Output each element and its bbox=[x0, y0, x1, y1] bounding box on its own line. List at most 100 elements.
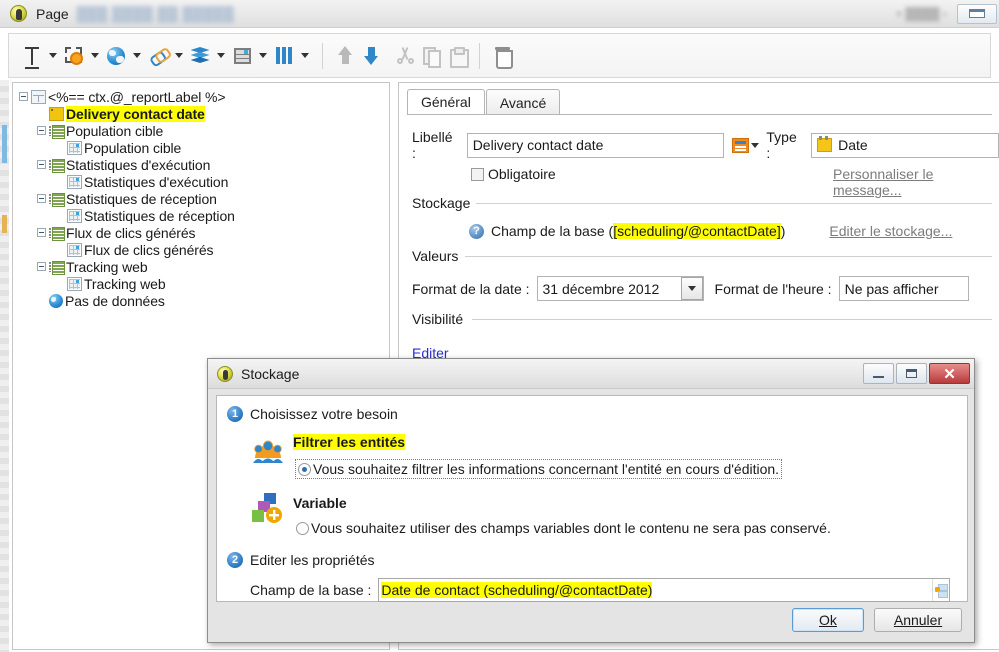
insert-container-caret[interactable] bbox=[213, 42, 229, 70]
list-icon bbox=[49, 191, 65, 207]
insert-text-field-button[interactable] bbox=[19, 42, 45, 70]
option-filter-entities-radio-row[interactable]: Vous souhaitez filtrer les informations … bbox=[295, 459, 783, 479]
database-field-row: Champ de la base : Date de contact (sche… bbox=[250, 578, 951, 602]
mandatory-checkbox[interactable] bbox=[471, 167, 484, 181]
values-group-line bbox=[465, 256, 992, 257]
paste-button[interactable] bbox=[444, 42, 470, 70]
insert-web-element-button[interactable] bbox=[103, 42, 129, 70]
tree-node-label: Tracking web bbox=[84, 275, 166, 292]
tree-node[interactable]: Statistiques de réception bbox=[19, 207, 389, 224]
grid-icon bbox=[67, 242, 82, 257]
time-format-select[interactable]: Ne pas afficher bbox=[838, 276, 969, 301]
tree-expander-icon[interactable] bbox=[37, 126, 46, 135]
storage-field-prefix: Champ de la base ( bbox=[491, 223, 614, 239]
tree-node-label: Population cible bbox=[66, 122, 164, 139]
app-window: Page ███ ████ ██ █████ ▾ ████ ▪ <%== ctx… bbox=[0, 0, 999, 652]
tree-node-label: Flux de clics générés bbox=[84, 241, 214, 258]
move-up-button[interactable] bbox=[332, 42, 358, 70]
insert-link-caret[interactable] bbox=[171, 42, 187, 70]
option-variable-radio-row[interactable]: Vous souhaitez utiliser des champs varia… bbox=[296, 520, 831, 536]
database-field-input[interactable]: Date de contact (scheduling/@contactDate… bbox=[378, 578, 951, 602]
tree-node[interactable]: Statistiques de réception bbox=[19, 190, 389, 207]
help-icon[interactable]: ? bbox=[469, 223, 484, 239]
grid-icon bbox=[67, 276, 82, 291]
delete-button[interactable] bbox=[489, 42, 515, 70]
label-personalization-icon[interactable] bbox=[731, 137, 749, 153]
step1-badge: 1 bbox=[227, 406, 243, 422]
cancel-button[interactable]: Annuler bbox=[874, 608, 962, 632]
option-filter-entities-text: Vous souhaitez filtrer les informations … bbox=[313, 461, 780, 477]
customize-message-link[interactable]: Personnaliser le message... bbox=[833, 166, 999, 198]
field-icon bbox=[49, 106, 64, 121]
window-subtitle-blurred: ███ ████ ██ █████ bbox=[76, 5, 235, 22]
tab-general-label: Général bbox=[421, 94, 471, 110]
tree-node-label: Statistiques de réception bbox=[66, 190, 217, 207]
tree-node[interactable]: Tracking web bbox=[19, 258, 389, 275]
titlebar-blurred-controls: ▾ ████ ▪ bbox=[896, 6, 947, 21]
type-input[interactable]: Date bbox=[811, 132, 999, 158]
copy-button[interactable] bbox=[418, 42, 444, 70]
tree-node[interactable]: Flux de clics générés bbox=[19, 241, 389, 258]
insert-table-button[interactable] bbox=[229, 42, 255, 70]
form-field-icon bbox=[65, 46, 83, 65]
step2-title: Editer les propriétés bbox=[250, 552, 375, 568]
step2-header: 2 Editer les propriétés bbox=[227, 552, 375, 568]
tree-expander-icon[interactable] bbox=[37, 194, 46, 203]
tab-advanced[interactable]: Avancé bbox=[485, 89, 561, 115]
label-personalization-caret[interactable] bbox=[749, 131, 763, 159]
insert-text-field-caret[interactable] bbox=[45, 42, 61, 70]
restore-window-button[interactable] bbox=[957, 3, 997, 24]
tree-node[interactable]: Population cible bbox=[19, 122, 389, 139]
left-strip-marker-blue bbox=[2, 125, 7, 163]
database-field-picker-button[interactable] bbox=[932, 579, 950, 601]
type-caption: Type : bbox=[766, 129, 797, 161]
table-icon bbox=[233, 47, 251, 64]
dialog-minimize-button[interactable] bbox=[863, 363, 894, 384]
tree-expander-icon[interactable] bbox=[37, 262, 46, 271]
cancel-button-label: Annuler bbox=[893, 612, 943, 628]
option-variable-heading: Variable bbox=[293, 495, 347, 511]
date-format-row: Format de la date : 31 décembre 2012 For… bbox=[412, 276, 969, 301]
insert-form-field-caret[interactable] bbox=[87, 42, 103, 70]
tree-expander-icon[interactable] bbox=[37, 228, 46, 237]
date-format-dropdown-arrow[interactable] bbox=[680, 277, 703, 300]
insert-form-field-button[interactable] bbox=[61, 42, 87, 70]
insert-web-element-caret[interactable] bbox=[129, 42, 145, 70]
insert-columns-button[interactable] bbox=[271, 42, 297, 70]
tree-expander-icon[interactable] bbox=[19, 92, 28, 101]
insert-table-caret[interactable] bbox=[255, 42, 271, 70]
visibility-group-line bbox=[472, 319, 992, 320]
option-variable-radio[interactable] bbox=[296, 521, 309, 535]
window-title: Page bbox=[36, 5, 69, 22]
tree-node[interactable]: Tracking web bbox=[19, 275, 389, 292]
tree-node[interactable]: Flux de clics générés bbox=[19, 224, 389, 241]
tree-node[interactable]: <%== ctx.@_reportLabel %> bbox=[19, 88, 389, 105]
filter-entities-icon bbox=[251, 432, 285, 464]
tab-general[interactable]: Général bbox=[407, 89, 485, 115]
tree-node[interactable]: Delivery contact date bbox=[19, 105, 389, 122]
tree-node[interactable]: Pas de données bbox=[19, 292, 389, 309]
date-format-select[interactable]: 31 décembre 2012 bbox=[536, 276, 704, 301]
field-picker-icon bbox=[934, 583, 948, 598]
tree-expander-icon[interactable] bbox=[37, 160, 46, 169]
dialog-maximize-button[interactable] bbox=[896, 363, 927, 384]
step1-header: 1 Choisissez votre besoin bbox=[227, 406, 398, 422]
label-input[interactable]: Delivery contact date bbox=[466, 132, 724, 158]
tree-node[interactable]: Population cible bbox=[19, 139, 389, 156]
cut-button[interactable] bbox=[392, 42, 418, 70]
option-filter-entities-heading: Filtrer les entités bbox=[293, 434, 406, 450]
move-down-button[interactable] bbox=[358, 42, 384, 70]
visibility-group-title: Visibilité bbox=[412, 311, 469, 327]
insert-columns-caret[interactable] bbox=[297, 42, 313, 70]
label-row: Libellé : Delivery contact date Type : D… bbox=[412, 129, 999, 161]
tree-node[interactable]: Statistiques d'exécution bbox=[19, 173, 389, 190]
dialog-close-button[interactable]: ✕ bbox=[929, 363, 970, 384]
edit-storage-link[interactable]: Editer le stockage... bbox=[829, 223, 952, 239]
tree-node[interactable]: Statistiques d'exécution bbox=[19, 156, 389, 173]
ok-button[interactable]: Ok bbox=[792, 608, 864, 632]
tree-node-label: Statistiques de réception bbox=[84, 207, 235, 224]
globe-icon bbox=[49, 293, 63, 308]
insert-container-button[interactable] bbox=[187, 42, 213, 70]
insert-link-button[interactable] bbox=[145, 42, 171, 70]
option-filter-entities-radio[interactable] bbox=[298, 462, 311, 476]
